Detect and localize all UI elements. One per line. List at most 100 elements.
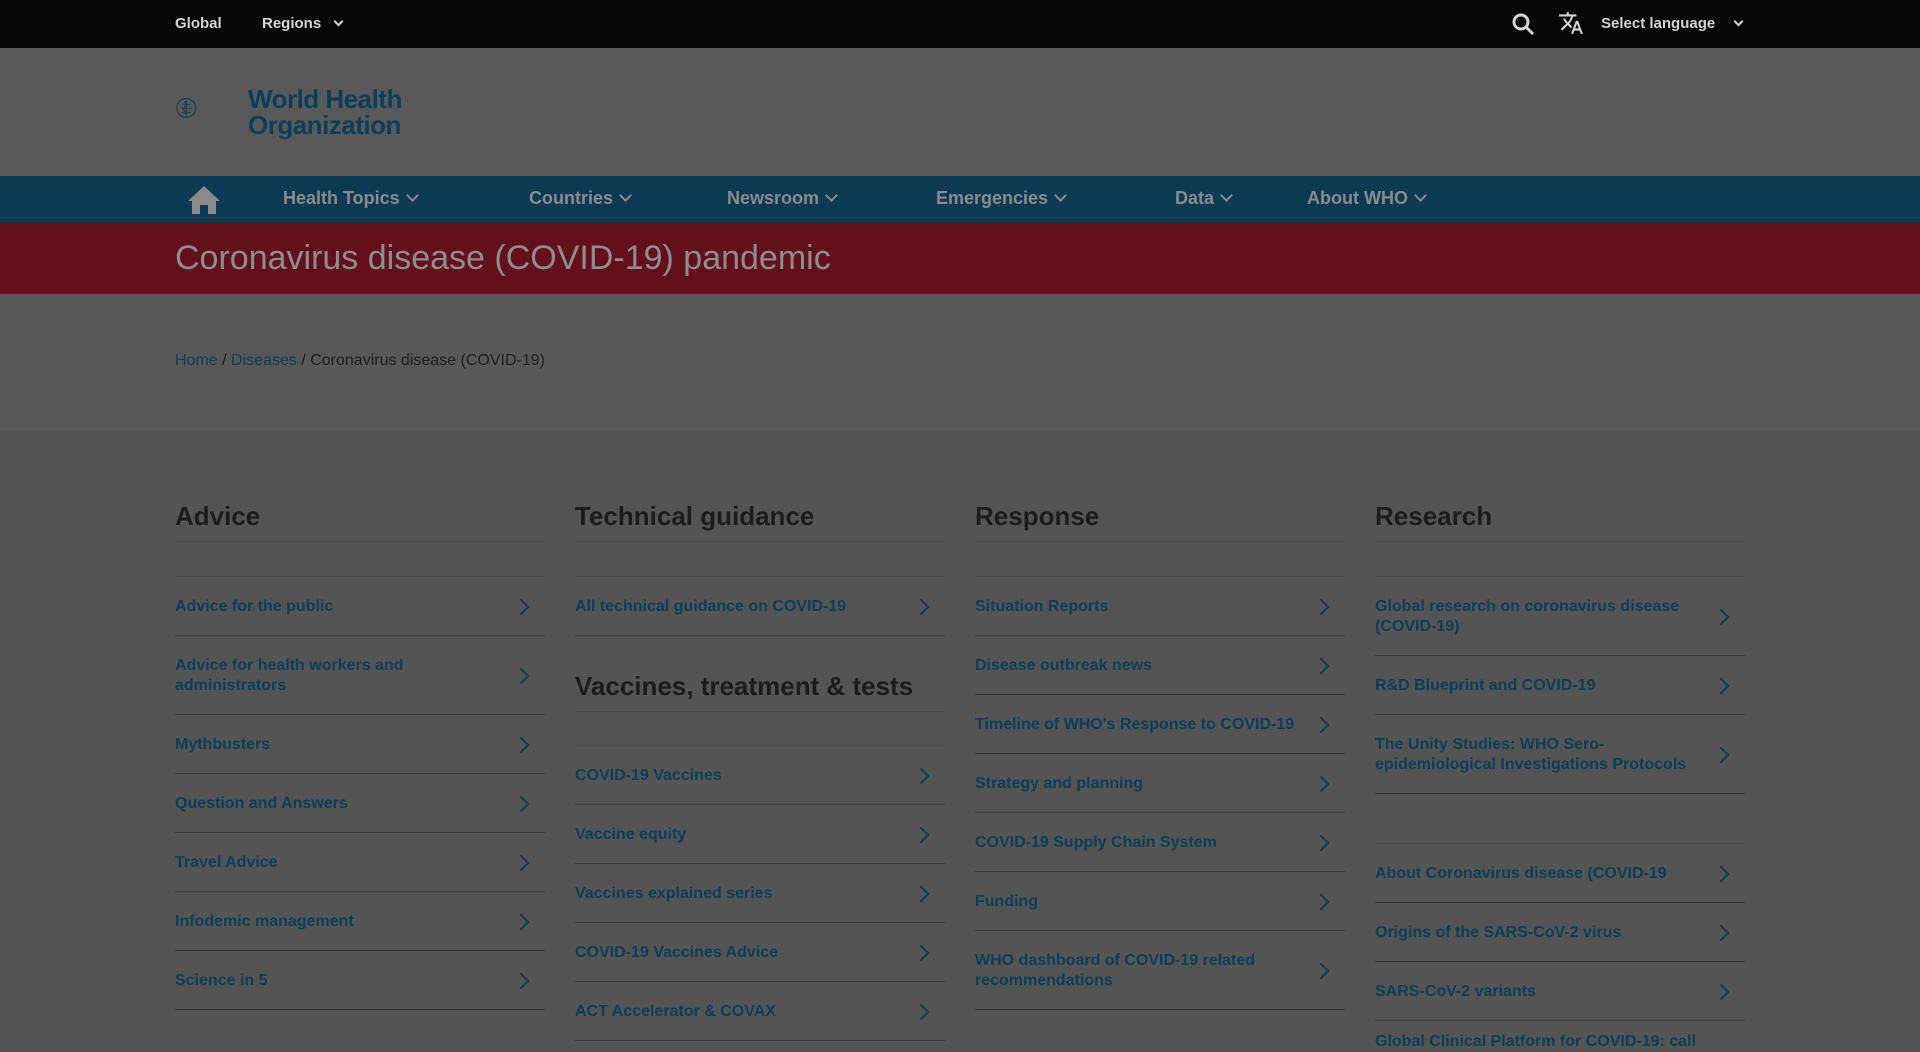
link-label: Advice for health workers and administra…	[175, 657, 404, 694]
chevron-right-icon	[912, 885, 930, 903]
breadcrumb-separator: /	[301, 352, 306, 369]
response-link-dashboard[interactable]: WHO dashboard of COVID-19 related recomm…	[975, 931, 1345, 1010]
advice-link-qa[interactable]: Question and Answers	[175, 774, 545, 833]
divider	[575, 541, 945, 542]
response-link-situation-reports[interactable]: Situation Reports	[975, 577, 1345, 636]
translate-icon[interactable]	[1558, 10, 1584, 36]
chevron-right-icon	[912, 598, 930, 616]
vaccines-link-advice[interactable]: COVID-19 Vaccines Advice	[575, 923, 945, 982]
link-label: Vaccines explained series	[575, 885, 773, 902]
link-label: Question and Answers	[175, 795, 348, 812]
link-label: Disease outbreak news	[975, 657, 1152, 674]
about-link-variants[interactable]: SARS-CoV-2 variants	[1375, 962, 1745, 1021]
about-link-coronavirus[interactable]: About Coronavirus disease (COVID-19	[1375, 844, 1745, 903]
advice-link-public[interactable]: Advice for the public	[175, 577, 545, 636]
chevron-right-icon	[1712, 677, 1730, 695]
link-label: COVID-19 Vaccines	[575, 767, 722, 784]
nav-countries[interactable]: Countries	[529, 188, 632, 209]
chevron-right-icon	[1312, 716, 1330, 734]
chevron-right-icon	[1712, 608, 1730, 626]
chevron-right-icon	[912, 767, 930, 785]
global-link[interactable]: Global	[175, 15, 222, 32]
link-label: The Unity Studies: WHO Sero-epidemiologi…	[1375, 736, 1687, 773]
nav-label: Countries	[529, 188, 614, 208]
home-icon[interactable]	[186, 184, 222, 216]
response-heading: Response	[975, 501, 1100, 531]
research-link-unity-studies[interactable]: The Unity Studies: WHO Sero-epidemiologi…	[1375, 715, 1745, 794]
chevron-down-icon	[1733, 16, 1744, 27]
link-label: Situation Reports	[975, 598, 1109, 615]
advice-link-mythbusters[interactable]: Mythbusters	[175, 715, 545, 774]
advice-link-health-workers[interactable]: Advice for health workers and administra…	[175, 636, 545, 715]
nav-about-who[interactable]: About WHO	[1307, 188, 1427, 209]
chevron-right-icon	[1312, 962, 1330, 980]
research-link-rd-blueprint[interactable]: R&D Blueprint and COVID-19	[1375, 656, 1745, 715]
response-link-strategy[interactable]: Strategy and planning	[975, 754, 1345, 813]
response-link-outbreak-news[interactable]: Disease outbreak news	[975, 636, 1345, 695]
chevron-down-icon	[333, 16, 344, 27]
nav-health-topics[interactable]: Health Topics	[283, 188, 419, 209]
response-link-timeline[interactable]: Timeline of WHO's Response to COVID-19	[975, 695, 1345, 754]
link-label: Funding	[975, 893, 1039, 910]
breadcrumb-area: Home / Diseases / Coronavirus disease (C…	[0, 294, 1920, 431]
chevron-down-icon	[1414, 189, 1427, 202]
chevron-right-icon	[912, 944, 930, 962]
nav-emergencies[interactable]: Emergencies	[936, 188, 1067, 209]
link-label: COVID-19 Supply Chain System	[975, 834, 1217, 851]
advice-heading: Advice	[175, 501, 261, 531]
link-label: All technical guidance on COVID-19	[575, 598, 847, 615]
chevron-right-icon	[912, 826, 930, 844]
main-nav: Health Topics Countries Newsroom Emergen…	[0, 176, 1920, 223]
page-banner: Coronavirus disease (COVID-19) pandemic	[0, 223, 1920, 294]
nav-newsroom[interactable]: Newsroom	[727, 188, 838, 209]
technical-link-all[interactable]: All technical guidance on COVID-19	[575, 577, 945, 636]
chevron-right-icon	[1312, 775, 1330, 793]
vaccines-heading: Vaccines, treatment & tests	[575, 671, 914, 701]
divider	[1375, 541, 1745, 542]
vaccines-link-act-covax[interactable]: ACT Accelerator & COVAX	[575, 982, 945, 1041]
advice-link-travel[interactable]: Travel Advice	[175, 833, 545, 892]
link-label: Science in 5	[175, 972, 268, 989]
divider	[575, 711, 945, 712]
who-emblem-icon[interactable]	[174, 78, 244, 138]
breadcrumb-diseases[interactable]: Diseases	[231, 352, 297, 369]
language-selector[interactable]: Select language	[1601, 15, 1744, 32]
logo-line-1: World Health	[248, 84, 402, 114]
nav-data[interactable]: Data	[1175, 188, 1233, 209]
chevron-right-icon	[1312, 893, 1330, 911]
vaccines-link-equity[interactable]: Vaccine equity	[575, 805, 945, 864]
link-label: Timeline of WHO's Response to COVID-19	[975, 716, 1295, 733]
about-link-clinical-platform[interactable]: Global Clinical Platform for COVID-19: c…	[1375, 1021, 1745, 1052]
search-icon[interactable]	[1511, 12, 1535, 36]
who-logo-text[interactable]: World Health Organization	[248, 86, 402, 138]
divider	[975, 541, 1345, 542]
vaccines-link-explained[interactable]: Vaccines explained series	[575, 864, 945, 923]
nav-label: Health Topics	[283, 188, 400, 208]
link-label: Vaccine equity	[575, 826, 687, 843]
chevron-right-icon	[1712, 865, 1730, 883]
advice-link-science-in-5[interactable]: Science in 5	[175, 951, 545, 1010]
chevron-down-icon	[825, 189, 838, 202]
nav-label: Data	[1175, 188, 1215, 208]
chevron-right-icon	[1312, 598, 1330, 616]
regions-dropdown[interactable]: Regions	[262, 15, 344, 32]
link-label: Mythbusters	[175, 736, 271, 753]
chevron-right-icon	[512, 913, 530, 931]
advice-link-infodemic[interactable]: Infodemic management	[175, 892, 545, 951]
top-bar: Global Regions Select language	[0, 0, 1920, 48]
chevron-right-icon	[1712, 924, 1730, 942]
response-link-funding[interactable]: Funding	[975, 872, 1345, 931]
link-label: Travel Advice	[175, 854, 278, 871]
vaccines-link-covid-vaccines[interactable]: COVID-19 Vaccines	[575, 746, 945, 805]
chevron-right-icon	[512, 854, 530, 872]
link-label: Infodemic management	[175, 913, 354, 930]
about-link-origins[interactable]: Origins of the SARS-CoV-2 virus	[1375, 903, 1745, 962]
research-link-global-research[interactable]: Global research on coronavirus disease (…	[1375, 577, 1745, 656]
response-link-supply-chain[interactable]: COVID-19 Supply Chain System	[975, 813, 1345, 872]
chevron-right-icon	[1312, 834, 1330, 852]
breadcrumb-home[interactable]: Home	[175, 352, 218, 369]
chevron-down-icon	[1220, 189, 1233, 202]
page: Global Regions Select language World Hea…	[0, 0, 1920, 1052]
link-label: Origins of the SARS-CoV-2 virus	[1375, 924, 1622, 941]
chevron-right-icon	[1712, 746, 1730, 764]
